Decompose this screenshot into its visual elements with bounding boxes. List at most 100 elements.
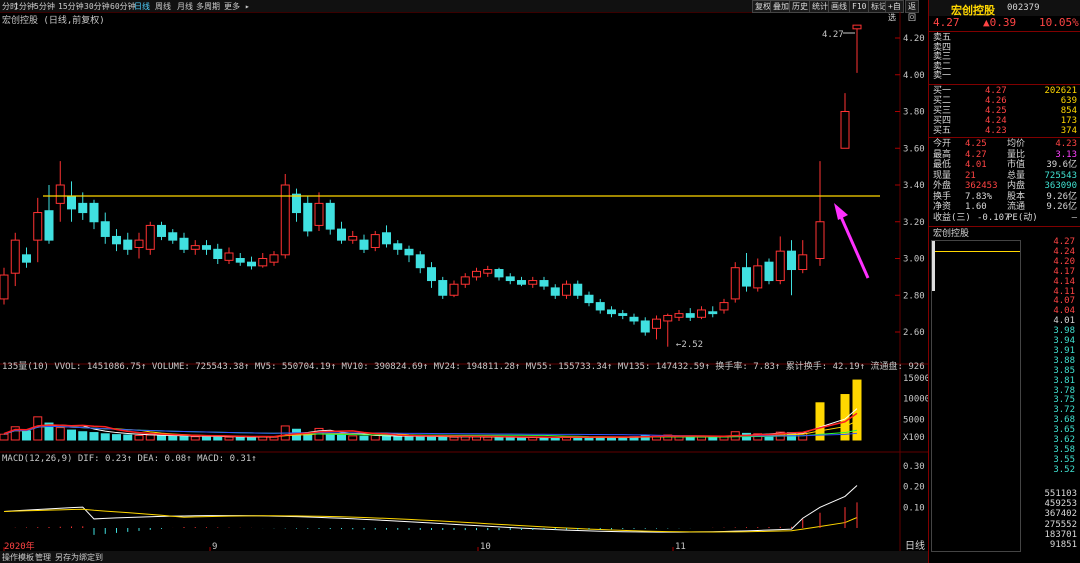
volume-bar [157,435,166,441]
candle-body [775,250,785,282]
price-tick-label: 3.80 [903,108,925,118]
candle-body [33,212,43,241]
candle-body [348,235,358,241]
mini-price-label: 3.52 [1053,464,1075,475]
mini-price-label: 4.24 [1053,246,1075,257]
candle-body [815,221,825,259]
period-tab[interactable]: 月线 [177,1,193,12]
candle-body [123,239,133,250]
volume-bar [179,435,189,441]
candle-body [685,313,695,318]
candle-body [359,239,369,250]
candle-body [742,267,751,287]
volume-bar [134,434,144,441]
price-tick-label: 3.40 [903,181,925,191]
candle-body [798,254,808,271]
mini-volume-label: 183701 [1044,529,1077,540]
candle-body [404,248,414,256]
sell-level: 卖三 [933,52,952,62]
volume-bar [685,436,695,441]
volume-bar [382,435,391,441]
buy-level: 买五 4.23 374 [933,126,1077,136]
candle-body [190,245,200,250]
volume-bar [235,436,245,441]
volume-bar [415,436,425,441]
candle-body [494,269,504,278]
candle-body [449,283,459,296]
candle-body [337,228,346,241]
bottom-tab[interactable]: 管理 [35,552,51,563]
period-footer: 日线 [905,541,925,552]
volume-bar [22,430,31,441]
candle-body [393,243,403,250]
period-tab[interactable]: 周线 [155,1,171,12]
bottom-tab[interactable]: 模板 [18,552,34,563]
candle-body [202,245,211,250]
period-tab[interactable]: 30分钟 [84,1,110,12]
volume-bar [393,435,403,441]
candle-body [607,309,616,315]
volume-bar [325,433,335,441]
quote-header: 宏创控股 002379 [929,0,1080,17]
mini-price-label: 4.01 [1053,316,1075,327]
candle-body [595,302,605,311]
bottom-tab[interactable]: 另存为 [55,552,79,563]
candle-body [292,193,301,214]
period-tab[interactable]: 5分钟 [34,1,55,12]
candle-body [483,269,493,274]
mini-price-label: 3.88 [1053,355,1075,366]
mini-price-label: 3.85 [1053,365,1075,376]
buy-level: 买一 4.27 202621 [933,86,1077,96]
candle-body [674,313,684,318]
stat-row: 收益(三) -0.107 PE(动) — [933,212,1077,223]
period-tab[interactable]: 1分钟 [14,1,35,12]
period-tab[interactable]: 多周期 [196,1,220,12]
low-price-label: ←2.52 [676,340,703,350]
volume-axis-label: 5000 [903,415,925,425]
candle-body [550,287,560,296]
period-tab[interactable]: 15分钟 [58,1,84,12]
mini-price-label: 3.72 [1053,405,1075,416]
mini-volume-label: 459253 [1044,499,1077,510]
candle-body [44,210,54,241]
volume-bar [55,427,65,441]
sell-level: 卖四 [933,42,952,53]
candle-body [573,283,583,296]
bottom-tab[interactable]: 操作 [2,552,18,563]
high-price-label: 4.27 [822,30,844,40]
candle-body [528,280,538,285]
panel-separator [929,31,1080,32]
bottom-tab[interactable]: 绑定到 [79,552,103,563]
candle-body [55,184,65,204]
candle-body [652,318,661,329]
candle-body [89,202,99,223]
stat-row: 最低 4.01 市值 39.6亿 [933,160,1077,170]
candle-body [708,311,718,315]
candle-body [415,254,425,269]
period-tab[interactable]: 60分钟 [110,1,136,12]
stat-row: 今开 4.25 均价 4.23 [933,139,1077,149]
mini-price-label: 3.91 [1053,345,1075,356]
stat-row: 净资 1.60 流通 9.26亿 [933,202,1077,212]
candle-body [224,252,234,261]
mini-price-label: 4.14 [1053,276,1075,287]
candle-body [840,111,850,149]
candle-body [157,224,166,237]
kline-chart[interactable]: 4.20 4.00 3.80 3.60 3.40 3.20 3.00 2.80 2.60 4.27… [0,12,928,551]
period-tab[interactable]: 日线 [134,1,150,12]
macd-axis-label: 0.30 [903,462,925,472]
buy-level: 买二 4.26 639 [933,96,1077,106]
candle-body [67,195,76,210]
volume-bar [449,436,459,441]
volume-bar [89,432,99,441]
price-tick-label: 3.60 [903,144,925,154]
volume-bar [145,434,155,441]
panel-separator [929,226,1080,227]
period-tab[interactable]: 更多 ▸ [224,1,250,12]
candle-body [517,280,526,285]
candle-body [10,239,20,274]
candle-body [719,302,729,311]
candle-body [382,232,391,245]
price-tick-label: 3.20 [903,218,925,228]
price-summary: 4.27 ▲0.39 10.05% [933,16,1079,29]
